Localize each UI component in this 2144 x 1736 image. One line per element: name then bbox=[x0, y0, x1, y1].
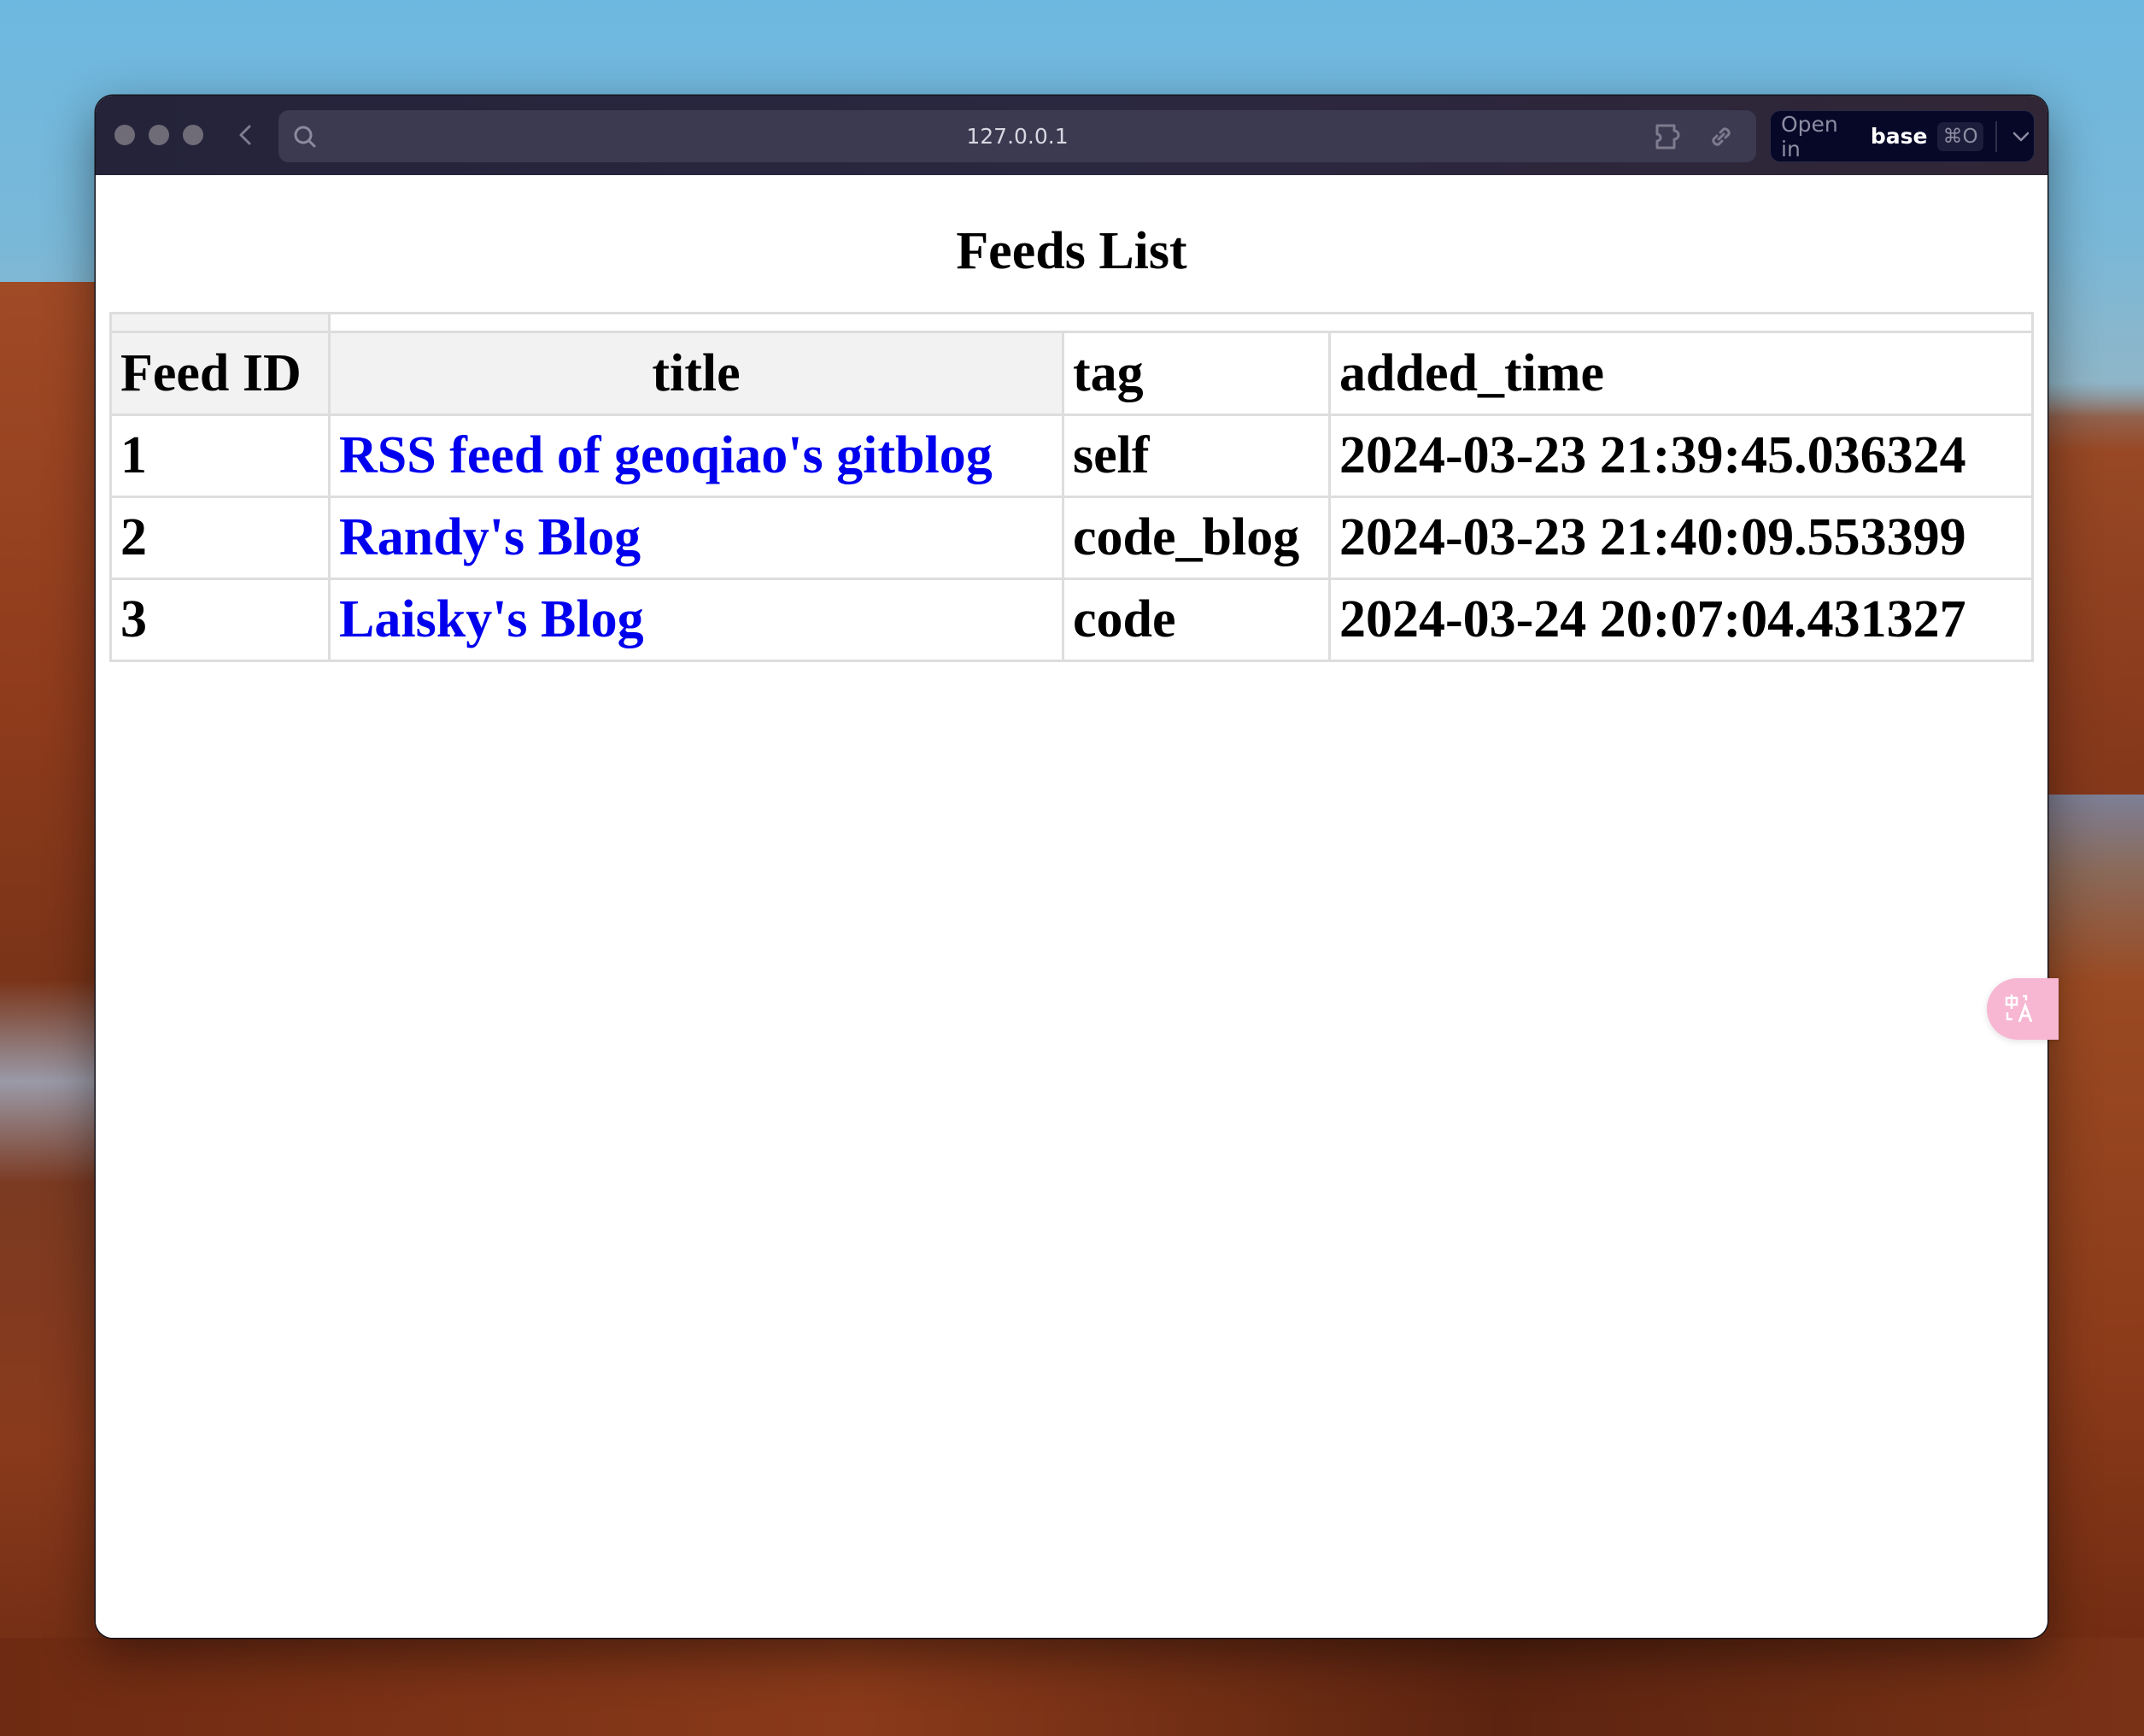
open-in-dropdown-button[interactable] bbox=[2009, 124, 2034, 150]
table-cell bbox=[328, 312, 2034, 333]
wallpaper bbox=[0, 1638, 2144, 1736]
page-title: Feeds List bbox=[956, 222, 1187, 280]
feed-id-cell: 2 bbox=[109, 496, 331, 580]
feed-title-link[interactable]: Laisky's Blog bbox=[339, 590, 644, 648]
feed-tag-cell: code bbox=[1062, 578, 1331, 662]
feeds-table: Feed ID title tag added_time 1 RSS feed … bbox=[109, 312, 2034, 662]
open-in-app-name: base bbox=[1870, 124, 1928, 149]
minimize-window-button[interactable] bbox=[149, 125, 169, 145]
browser-toolbar: 127.0.0.1 Open in base ⌘O bbox=[96, 96, 2047, 175]
wallpaper bbox=[0, 282, 103, 1736]
open-in-label: Open in bbox=[1781, 111, 1838, 161]
feed-added-time-cell: 2024-03-23 21:40:09.553399 bbox=[1328, 496, 2034, 580]
feed-title-link[interactable]: RSS feed of geoqiao's gitblog bbox=[339, 426, 993, 484]
chevron-left-icon bbox=[239, 125, 251, 145]
column-header-feed-id: Feed ID bbox=[109, 331, 331, 416]
keyboard-shortcut-badge: ⌘O bbox=[1937, 121, 1983, 151]
back-button[interactable] bbox=[232, 120, 258, 150]
table-row: 3 Laisky's Blog code 2024-03-24 20:07:04… bbox=[109, 578, 2034, 662]
wallpaper bbox=[2047, 795, 2144, 1736]
feed-title-cell: RSS feed of geoqiao's gitblog bbox=[328, 413, 1064, 498]
translate-icon bbox=[2005, 994, 2033, 1023]
table-spacer-row bbox=[109, 312, 2034, 333]
column-header-title: title bbox=[328, 331, 1064, 416]
feed-title-cell: Randy's Blog bbox=[328, 496, 1064, 580]
chevron-down-icon bbox=[2013, 132, 2030, 141]
feed-added-time-cell: 2024-03-24 20:07:04.431327 bbox=[1328, 578, 2034, 662]
url-text[interactable]: 127.0.0.1 bbox=[278, 110, 1756, 162]
feed-title-link[interactable]: Randy's Blog bbox=[339, 508, 641, 566]
close-window-button[interactable] bbox=[114, 125, 135, 145]
table-cell bbox=[109, 312, 331, 333]
open-in-app-button[interactable]: Open in base ⌘O bbox=[1770, 110, 2035, 162]
column-header-tag: tag bbox=[1062, 331, 1331, 416]
link-icon[interactable] bbox=[1707, 122, 1736, 151]
table-row: 1 RSS feed of geoqiao's gitblog self 202… bbox=[109, 413, 2034, 498]
table-row: 2 Randy's Blog code_blog 2024-03-23 21:4… bbox=[109, 496, 2034, 580]
puzzle-icon[interactable] bbox=[1654, 122, 1686, 151]
address-bar[interactable]: 127.0.0.1 bbox=[278, 110, 1756, 162]
divider bbox=[1995, 120, 1997, 152]
feed-title-cell: Laisky's Blog bbox=[328, 578, 1064, 662]
column-header-added-time: added_time bbox=[1328, 331, 2034, 416]
feed-id-cell: 3 bbox=[109, 578, 331, 662]
page-content: Feeds List Feed ID title tag added_time … bbox=[96, 175, 2047, 1638]
zoom-window-button[interactable] bbox=[183, 125, 203, 145]
feed-tag-cell: code_blog bbox=[1062, 496, 1331, 580]
browser-window: 127.0.0.1 Open in base ⌘O Feeds List Fee… bbox=[96, 96, 2047, 1638]
table-header-row: Feed ID title tag added_time bbox=[109, 331, 2034, 416]
feed-id-cell: 1 bbox=[109, 413, 331, 498]
translate-button[interactable] bbox=[1987, 978, 2059, 1040]
feed-added-time-cell: 2024-03-23 21:39:45.036324 bbox=[1328, 413, 2034, 498]
feed-tag-cell: self bbox=[1062, 413, 1331, 498]
